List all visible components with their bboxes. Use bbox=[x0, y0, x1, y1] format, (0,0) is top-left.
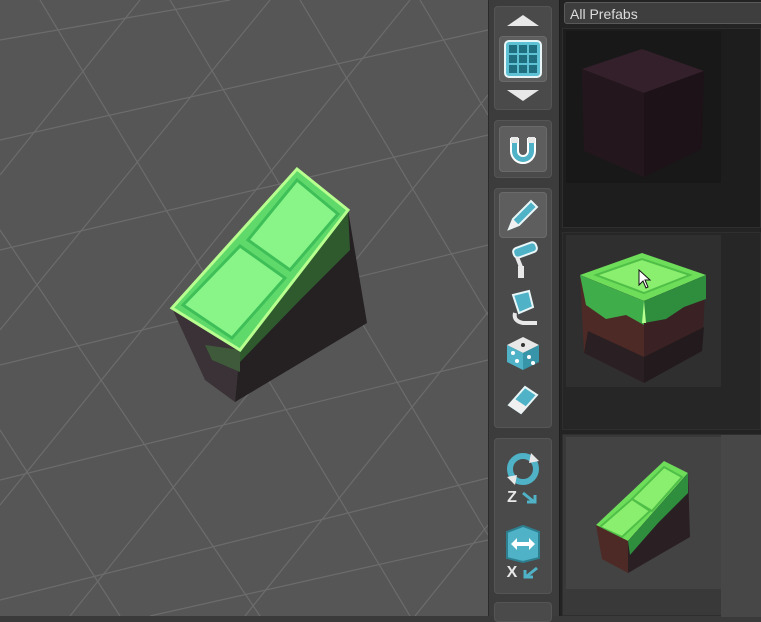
scroll-up-button[interactable] bbox=[499, 10, 547, 30]
grid-toolgroup bbox=[494, 6, 552, 110]
prefab-thumbnail bbox=[566, 31, 721, 183]
paint-bucket-icon bbox=[511, 289, 537, 325]
magnet-icon bbox=[510, 137, 536, 164]
prefab-filter-dropdown[interactable]: All Prefabs bbox=[564, 2, 761, 24]
rotate-axis-label: Z bbox=[507, 489, 517, 506]
more-toolgroup bbox=[494, 602, 552, 622]
grass-slope-icon bbox=[596, 461, 690, 573]
arrow-down-left-icon bbox=[523, 566, 539, 579]
selection-bar bbox=[721, 435, 761, 617]
flip-tool-button[interactable]: X bbox=[499, 518, 547, 588]
dice-tool-button[interactable] bbox=[499, 330, 547, 376]
pencil-icon bbox=[507, 199, 539, 231]
grass-block-icon bbox=[580, 253, 706, 383]
chevron-up-icon bbox=[507, 15, 539, 26]
dice-icon bbox=[507, 337, 539, 370]
paint-roller-icon bbox=[512, 241, 538, 278]
flip-axis-label: X bbox=[506, 564, 518, 581]
transform-toolgroup: Z X bbox=[494, 438, 552, 594]
roller-tool-button[interactable] bbox=[499, 238, 547, 284]
grid-tool-button[interactable] bbox=[499, 36, 547, 82]
bucket-tool-button[interactable] bbox=[499, 284, 547, 330]
scroll-down-button[interactable] bbox=[499, 86, 547, 106]
flip-icon bbox=[506, 524, 540, 564]
grass-slope-block[interactable] bbox=[169, 166, 367, 402]
tool-toolbar: Z X bbox=[488, 0, 560, 622]
prefab-thumbnail bbox=[566, 437, 721, 589]
prefab-tile-grass-block[interactable] bbox=[562, 232, 761, 430]
prefab-tile-dark-cube[interactable] bbox=[562, 28, 761, 228]
prefab-thumbnail bbox=[566, 235, 721, 387]
rotate-icon bbox=[507, 453, 539, 485]
scene-viewport[interactable] bbox=[0, 0, 488, 616]
dark-cube-icon bbox=[582, 49, 704, 177]
grid-icon bbox=[504, 40, 542, 78]
chevron-down-icon bbox=[507, 90, 539, 101]
paint-toolgroup bbox=[494, 188, 552, 428]
mouse-cursor-icon bbox=[638, 269, 652, 289]
prefab-palette: All Prefabs bbox=[560, 0, 761, 617]
arrow-down-right-icon bbox=[521, 491, 537, 504]
snap-toolgroup bbox=[494, 120, 552, 178]
pencil-tool-button[interactable] bbox=[499, 192, 547, 238]
magnet-tool-button[interactable] bbox=[499, 126, 547, 172]
eraser-tool-button[interactable] bbox=[499, 376, 547, 422]
eraser-icon bbox=[507, 385, 539, 415]
prefab-tile-grass-slope[interactable] bbox=[562, 434, 761, 617]
rotate-tool-button[interactable]: Z bbox=[499, 444, 547, 512]
